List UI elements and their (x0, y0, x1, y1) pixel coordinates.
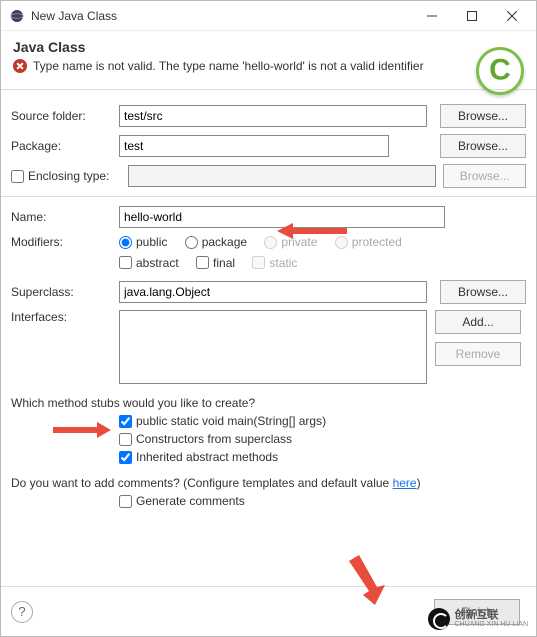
eclipse-app-icon (9, 8, 25, 24)
help-button[interactable]: ? (11, 601, 33, 623)
name-label: Name: (11, 210, 119, 224)
modifiers-label: Modifiers: (11, 235, 119, 249)
close-button[interactable] (492, 2, 532, 30)
source-folder-label: Source folder: (11, 109, 119, 123)
stub-constructors-checkbox[interactable]: Constructors from superclass (119, 432, 526, 446)
superclass-label: Superclass: (11, 285, 119, 299)
window-title: New Java Class (31, 9, 412, 23)
package-browse-button[interactable]: Browse... (440, 134, 526, 158)
stub-main-checkbox[interactable]: public static void main(String[] args) (119, 414, 526, 428)
source-folder-browse-button[interactable]: Browse... (440, 104, 526, 128)
package-label: Package: (11, 139, 119, 153)
finish-button[interactable]: Finish (434, 599, 520, 625)
footer: ? Finish (1, 586, 536, 636)
modifier-protected-radio: protected (335, 235, 402, 249)
interfaces-remove-button: Remove (435, 342, 521, 366)
enclosing-type-checkbox[interactable]: Enclosing type: (11, 169, 114, 183)
package-input[interactable] (119, 135, 389, 157)
modifier-abstract-checkbox[interactable]: abstract (119, 256, 179, 270)
modifier-private-radio: private (264, 235, 317, 249)
modifier-static-checkbox: static (252, 256, 297, 270)
maximize-button[interactable] (452, 2, 492, 30)
configure-templates-link[interactable]: here (393, 476, 417, 490)
modifier-final-checkbox[interactable]: final (196, 256, 235, 270)
modifier-package-radio[interactable]: package (185, 235, 247, 249)
minimize-button[interactable] (412, 2, 452, 30)
comments-question: Do you want to add comments? (Configure … (11, 476, 526, 490)
page-title: Java Class (13, 39, 524, 55)
superclass-browse-button[interactable]: Browse... (440, 280, 526, 304)
superclass-input[interactable] (119, 281, 427, 303)
form-area: Source folder: Browse... Package: Browse… (1, 90, 536, 514)
titlebar: New Java Class (1, 1, 536, 31)
interfaces-label: Interfaces: (11, 310, 119, 324)
name-input[interactable] (119, 206, 445, 228)
modifier-public-radio[interactable]: public (119, 235, 167, 249)
enclosing-type-input (128, 165, 436, 187)
enclosing-type-browse-button: Browse... (443, 164, 526, 188)
stub-inherited-checkbox[interactable]: Inherited abstract methods (119, 450, 526, 464)
method-stubs-question: Which method stubs would you like to cre… (11, 396, 526, 410)
class-wizard-icon: C (476, 47, 524, 95)
wizard-header: Java Class Type name is not valid. The t… (1, 31, 536, 90)
error-icon (13, 59, 27, 73)
interfaces-add-button[interactable]: Add... (435, 310, 521, 334)
interfaces-list[interactable] (119, 310, 427, 384)
error-message: Type name is not valid. The type name 'h… (33, 59, 424, 73)
source-folder-input[interactable] (119, 105, 427, 127)
generate-comments-checkbox[interactable]: Generate comments (119, 494, 526, 508)
